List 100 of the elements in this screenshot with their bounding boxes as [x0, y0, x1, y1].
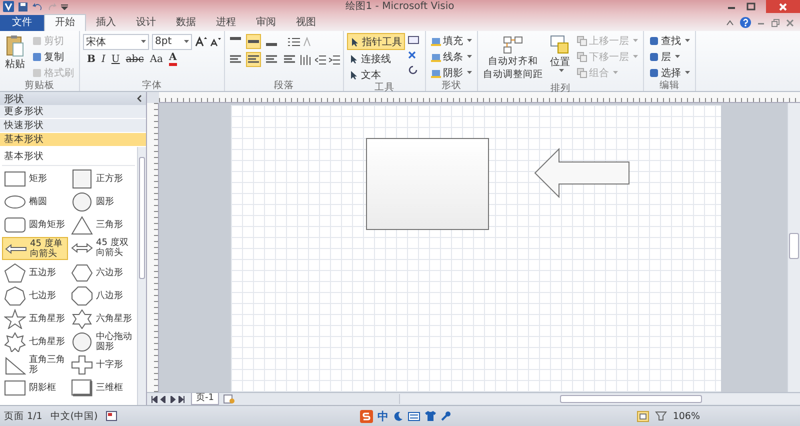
font-style-button[interactable]: Aa	[150, 54, 163, 65]
shape-item[interactable]: 正方形	[69, 168, 135, 189]
vertical-align-button[interactable]	[246, 34, 261, 49]
outdent-icon[interactable]	[315, 54, 326, 64]
shape-format-button[interactable]: 线条	[429, 49, 474, 64]
shape-item[interactable]: 三维框	[69, 377, 135, 398]
moon-icon[interactable]	[394, 411, 403, 421]
help-icon[interactable]	[740, 17, 751, 28]
shape-item[interactable]: 45 度双向箭头	[69, 237, 135, 258]
zoom-level[interactable]: 106%	[672, 410, 700, 422]
position-button[interactable]: 位置	[548, 33, 572, 74]
tool-button[interactable]: 指针工具	[347, 33, 405, 50]
align-icon	[248, 40, 259, 43]
auto-align-button[interactable]: 自动对齐和 自动调整间距	[481, 33, 545, 83]
keyboard-icon[interactable]	[408, 412, 420, 420]
page-navigation-icon[interactable]	[151, 396, 187, 402]
shape-item[interactable]: 矩形	[2, 168, 68, 189]
close-button[interactable]	[766, 0, 800, 13]
insert-page-icon[interactable]	[222, 394, 235, 404]
stencil-section[interactable]: 快速形状	[0, 119, 146, 133]
rectangle-shape[interactable]	[366, 138, 489, 230]
file-tab[interactable]: 文件	[0, 15, 44, 31]
close-icon[interactable]	[408, 51, 416, 59]
restore-icon[interactable]	[771, 18, 780, 26]
scrollbar[interactable]	[787, 103, 800, 392]
tool-button[interactable]: 连接线	[347, 51, 405, 66]
input-method-logo-icon[interactable]	[360, 410, 373, 422]
caret-icon	[633, 55, 638, 58]
ribbon-tab[interactable]: 插入	[86, 15, 126, 31]
ribbon-tab[interactable]: 设计	[126, 15, 166, 31]
tool-button[interactable]: 文本	[347, 67, 405, 82]
font-size-dropdown[interactable]: 8pt	[152, 34, 192, 50]
ribbon-tab[interactable]: 数据	[166, 15, 206, 31]
paint-icon	[431, 36, 441, 46]
macro-icon[interactable]	[106, 411, 117, 421]
paint-icon	[431, 68, 441, 78]
stencil-section[interactable]: 更多形状	[0, 105, 146, 119]
shape-item[interactable]: 三角形	[69, 214, 135, 235]
save-icon[interactable]	[18, 2, 28, 12]
horizontal-align-button[interactable]	[246, 52, 261, 67]
shape-item[interactable]: 直角三角形	[2, 354, 68, 375]
scrollbar[interactable]	[399, 394, 800, 404]
undo-icon[interactable]	[32, 2, 43, 12]
shape-item[interactable]: 圆形	[69, 191, 135, 212]
normal-view-icon[interactable]	[636, 410, 649, 422]
shape-format-button[interactable]: 阴影	[429, 65, 474, 80]
shape-format-button[interactable]: 填充	[429, 33, 474, 48]
font-style-button[interactable]: B	[87, 54, 96, 65]
shape-item[interactable]: 中心拖动圆形	[69, 331, 135, 352]
shape-item[interactable]: 阴影框	[2, 377, 68, 398]
wrench-icon[interactable]	[440, 411, 451, 421]
input-mode-toggle[interactable]: 中	[378, 408, 389, 424]
group-label: 剪贴板	[24, 80, 56, 91]
indent-icon[interactable]	[329, 54, 340, 64]
collapse-ribbon-icon[interactable]	[726, 18, 734, 26]
page-tab[interactable]: 页-1	[191, 393, 219, 405]
full-screen-icon[interactable]	[654, 411, 667, 421]
align-icon	[230, 54, 241, 64]
shape-item[interactable]: 圆角矩形	[2, 214, 68, 235]
shape-icon	[4, 308, 26, 328]
shrink-font-icon[interactable]	[210, 36, 221, 46]
font-style-button[interactable]: U	[111, 54, 120, 65]
maximize-icon[interactable]	[746, 2, 756, 11]
font-dropdown[interactable]: 宋体	[83, 34, 149, 50]
stencil-section[interactable]: 基本形状	[0, 133, 146, 147]
group-label: 排列	[550, 83, 572, 94]
left-arrow-shape[interactable]	[534, 148, 630, 198]
rotate-icon[interactable]	[408, 65, 418, 75]
shape-item[interactable]: 椭圆	[2, 191, 68, 212]
shape-item[interactable]: 八边形	[69, 285, 135, 306]
ribbon-tab[interactable]: 进程	[206, 15, 246, 31]
shape-item[interactable]: 五角星形	[2, 308, 68, 329]
dropdown-icon[interactable]	[61, 4, 68, 10]
font-style-button[interactable]: abc	[126, 54, 144, 65]
shape-item[interactable]: 45 度单向箭头	[2, 237, 68, 260]
paste-button[interactable]: 粘贴	[3, 33, 27, 73]
bullets-icon[interactable]	[288, 36, 300, 46]
collapse-icon[interactable]	[137, 95, 142, 102]
shape-item[interactable]: 五边形	[2, 262, 68, 283]
close-icon[interactable]	[786, 18, 794, 26]
ribbon-tab[interactable]: 视图	[286, 15, 326, 31]
shape-item[interactable]: 十字形	[69, 354, 135, 375]
shape-icon	[71, 192, 93, 212]
shape-item[interactable]: 六角星形	[69, 308, 135, 329]
edit-button[interactable]: 查找	[647, 33, 692, 48]
scrollbar[interactable]	[137, 147, 146, 405]
shape-item[interactable]: 六边形	[69, 262, 135, 283]
edit-button[interactable]: 层	[647, 49, 692, 64]
ribbon-tab[interactable]: 审阅	[246, 15, 286, 31]
rectangle-tool-icon[interactable]	[408, 35, 422, 45]
clipboard-button[interactable]: 复制	[30, 49, 76, 64]
shirt-icon[interactable]	[424, 411, 436, 421]
edit-button[interactable]: 选择	[647, 65, 692, 80]
grow-font-icon[interactable]	[195, 36, 207, 47]
font-style-button[interactable]: I	[101, 54, 106, 65]
shape-item[interactable]: 七角星形	[2, 331, 68, 352]
font-style-button[interactable]: A	[169, 53, 177, 66]
shape-item[interactable]: 七边形	[2, 285, 68, 306]
ribbon-tab[interactable]: 开始	[44, 14, 86, 31]
columns-icon[interactable]	[300, 54, 312, 64]
